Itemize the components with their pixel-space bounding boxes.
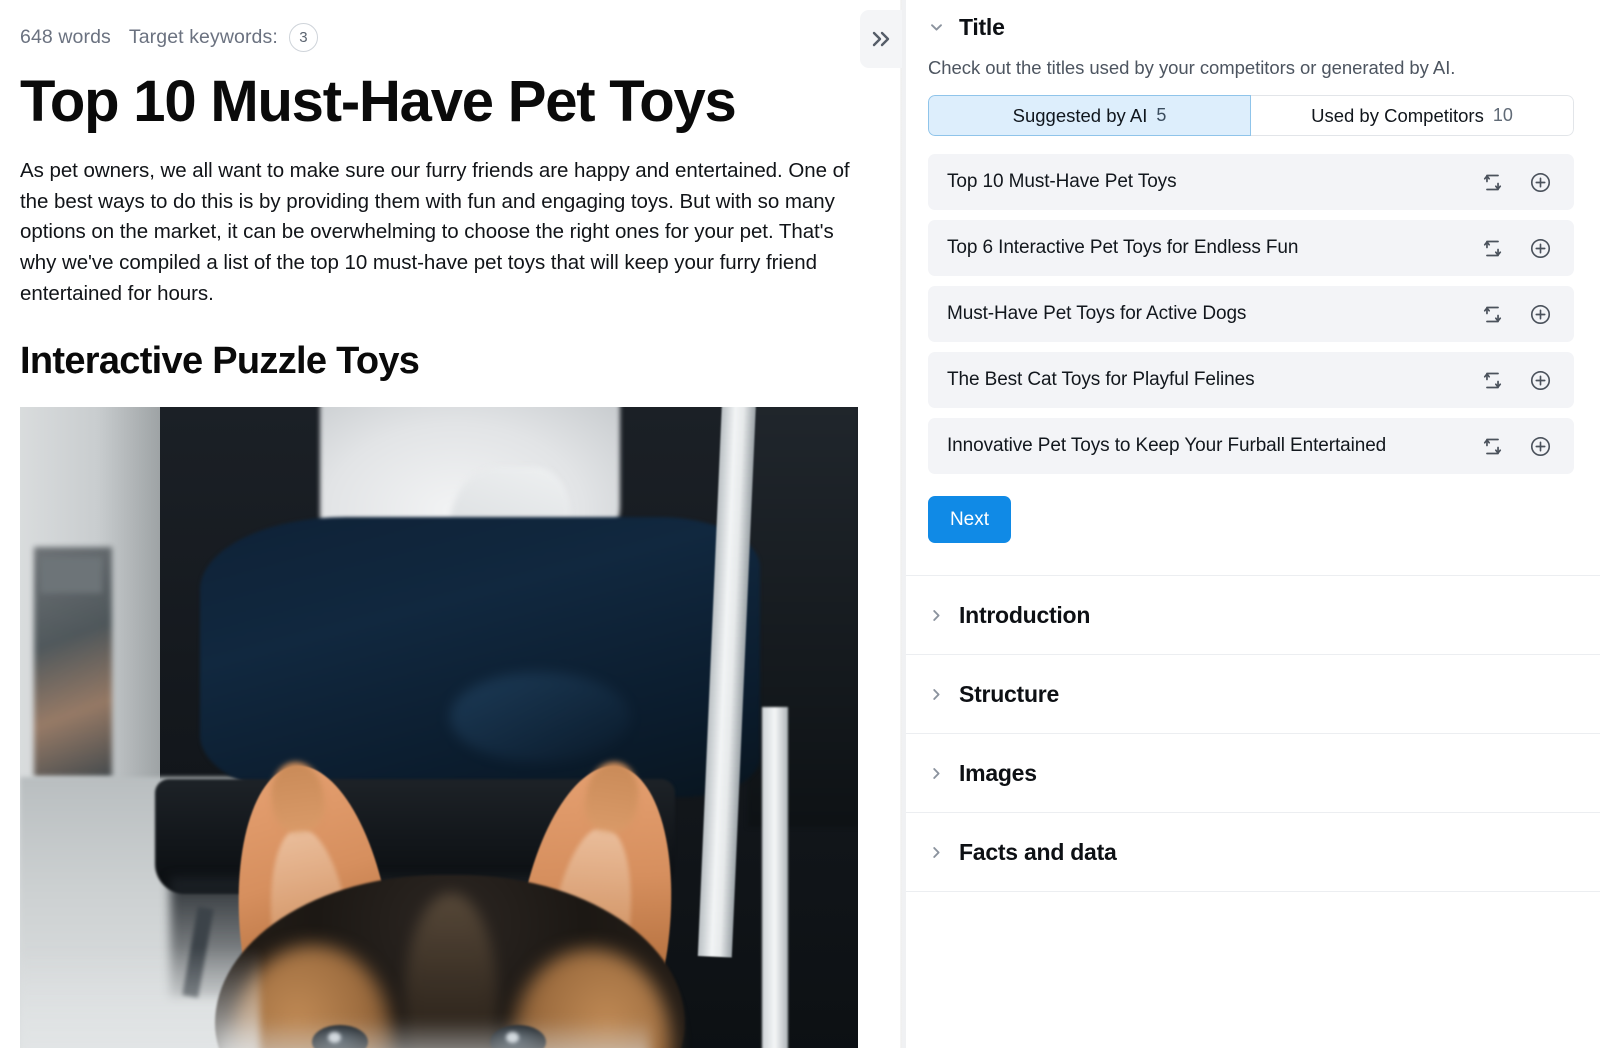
add-title-button[interactable] <box>1527 235 1553 261</box>
chevron-right-icon <box>933 847 940 858</box>
dog-photo <box>20 406 858 1048</box>
target-keywords-label: Target keywords: <box>128 25 278 48</box>
add-title-button[interactable] <box>1527 367 1553 393</box>
title-suggestion-label: Top 6 Interactive Pet Toys for Endless F… <box>947 237 1299 258</box>
tab-suggested-by-ai[interactable]: Suggested by AI 5 <box>928 95 1251 136</box>
chevron-double-right-icon <box>872 31 890 47</box>
section-facts-and-data-header: Facts and data <box>928 839 1574 866</box>
tab-suggested-by-ai-label: Suggested by AI <box>1012 104 1148 126</box>
plus-circle-icon <box>1530 370 1550 390</box>
title-section-description: Check out the titles used by your compet… <box>928 57 1456 78</box>
add-title-button[interactable] <box>1527 169 1553 195</box>
section-introduction[interactable]: Introduction <box>902 575 1600 654</box>
app-root: 648 words Target keywords: 3 Top 10 Must… <box>0 0 1600 1048</box>
title-suggestion-row[interactable]: Top 6 Interactive Pet Toys for Endless F… <box>928 220 1574 276</box>
title-section: Title Check out the titles used by your … <box>902 0 1600 573</box>
section-images[interactable]: Images <box>902 733 1600 812</box>
repeat-swap-icon <box>1483 174 1501 190</box>
photo-foreground-blur <box>220 1018 650 1048</box>
panel-empty-area <box>902 891 1600 1048</box>
target-keywords-badge[interactable]: 3 <box>288 22 318 52</box>
plus-circle-icon <box>1530 238 1550 258</box>
document-paragraph[interactable]: As pet owners, we all want to make sure … <box>20 156 858 310</box>
title-suggestion-row[interactable]: Top 10 Must-Have Pet Toys <box>928 154 1574 210</box>
target-keywords[interactable]: Target keywords: 3 <box>128 22 318 52</box>
title-suggestion-row[interactable]: Innovative Pet Toys to Keep Your Furball… <box>928 418 1574 474</box>
photo-bottom-glow <box>20 946 260 1048</box>
add-title-button[interactable] <box>1527 433 1553 459</box>
panel-sections-accordion: Introduction Structure Images Facts and … <box>902 575 1600 1048</box>
title-suggestion-row[interactable]: Must-Have Pet Toys for Active Dogs <box>928 286 1574 342</box>
document-editor[interactable]: 648 words Target keywords: 3 Top 10 Must… <box>0 0 858 1048</box>
assistant-side-panel: Title Check out the titles used by your … <box>902 0 1600 1048</box>
replace-title-button[interactable] <box>1479 235 1505 261</box>
chevron-right-icon <box>933 689 940 700</box>
title-row-actions <box>1479 301 1574 327</box>
add-title-button[interactable] <box>1527 301 1553 327</box>
chevron-right-icon <box>933 610 940 621</box>
replace-title-button[interactable] <box>1479 301 1505 327</box>
tab-used-by-competitors[interactable]: Used by Competitors 10 <box>1251 95 1574 136</box>
panel-scrollbar[interactable] <box>902 0 906 1048</box>
section-introduction-label: Introduction <box>959 602 1091 628</box>
plus-circle-icon <box>1530 304 1550 324</box>
title-section-header[interactable]: Title <box>928 14 1574 41</box>
panel-divider <box>858 0 902 1048</box>
repeat-swap-icon <box>1483 240 1501 256</box>
photo-picture-frame-highlight <box>40 556 102 593</box>
title-source-tabs: Suggested by AI 5 Used by Competitors 10 <box>928 95 1574 136</box>
word-count: 648 words <box>20 25 111 48</box>
section-images-label: Images <box>959 760 1037 786</box>
title-row-actions <box>1479 169 1574 195</box>
title-row-actions <box>1479 367 1574 393</box>
title-suggestion-label: Innovative Pet Toys to Keep Your Furball… <box>947 435 1387 456</box>
section-structure-label: Structure <box>959 681 1059 707</box>
section-structure-header: Structure <box>928 681 1574 708</box>
repeat-swap-icon <box>1483 306 1501 322</box>
document-heading-2[interactable]: Interactive Puzzle Toys <box>20 340 858 383</box>
section-facts-and-data-label: Facts and data <box>959 839 1117 865</box>
plus-circle-icon <box>1530 436 1550 456</box>
repeat-swap-icon <box>1483 372 1501 388</box>
title-section-heading: Title <box>959 14 1005 40</box>
document-image[interactable] <box>20 406 858 1048</box>
title-row-actions <box>1479 235 1574 261</box>
repeat-swap-icon <box>1483 438 1501 454</box>
next-button[interactable]: Next <box>928 496 1011 543</box>
tab-used-by-competitors-label: Used by Competitors <box>1311 104 1484 126</box>
title-suggestion-label: Must-Have Pet Toys for Active Dogs <box>947 303 1247 324</box>
chevron-down-icon <box>931 24 942 31</box>
tab-used-by-competitors-count: 10 <box>1492 105 1513 125</box>
plus-circle-icon <box>1530 172 1550 192</box>
section-structure[interactable]: Structure <box>902 654 1600 733</box>
replace-title-button[interactable] <box>1479 169 1505 195</box>
editor-meta-bar: 648 words Target keywords: 3 <box>20 22 858 52</box>
collapse-panel-button[interactable] <box>860 10 902 68</box>
dog-ear-tip <box>267 758 328 835</box>
chevron-right-icon <box>933 768 940 779</box>
title-row-actions <box>1479 433 1574 459</box>
section-introduction-header: Introduction <box>928 602 1574 629</box>
replace-title-button[interactable] <box>1479 367 1505 393</box>
tab-suggested-by-ai-count: 5 <box>1156 105 1167 125</box>
title-suggestion-label: The Best Cat Toys for Playful Felines <box>947 369 1255 390</box>
title-suggestion-label: Top 10 Must-Have Pet Toys <box>947 171 1177 192</box>
replace-title-button[interactable] <box>1479 433 1505 459</box>
section-facts-and-data[interactable]: Facts and data <box>902 812 1600 891</box>
title-suggestion-list: Top 10 Must-Have Pet Toys Top 6 Interact… <box>928 154 1574 474</box>
title-suggestion-row[interactable]: The Best Cat Toys for Playful Felines <box>928 352 1574 408</box>
dog-ear-tip <box>581 758 643 835</box>
section-images-header: Images <box>928 760 1574 787</box>
document-title[interactable]: Top 10 Must-Have Pet Toys <box>20 70 858 134</box>
